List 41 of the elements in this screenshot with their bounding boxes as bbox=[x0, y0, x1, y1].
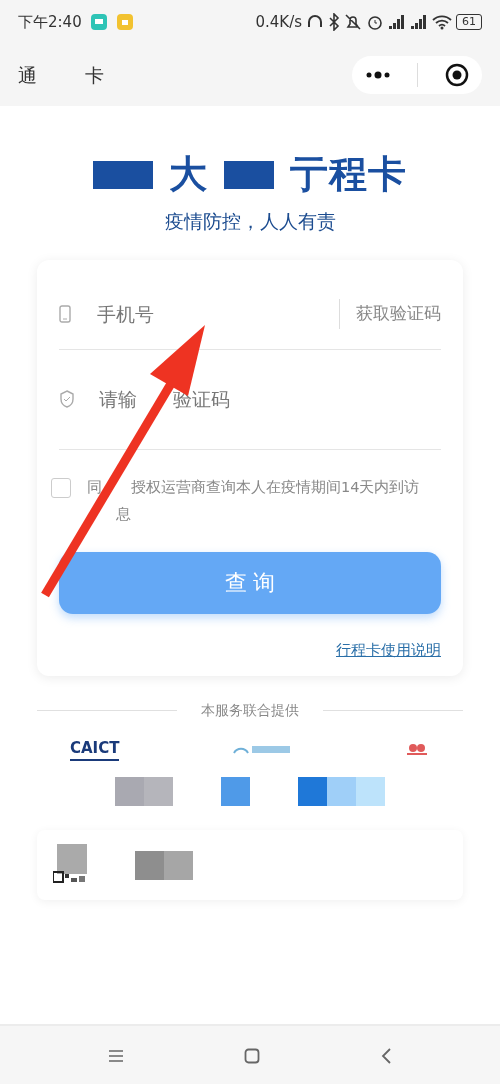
code-field[interactable]: 请输 验证码 bbox=[99, 384, 441, 414]
signal-icon bbox=[388, 14, 406, 30]
menu-icon[interactable] bbox=[108, 1049, 124, 1063]
shield-icon bbox=[59, 390, 75, 408]
battery-indicator: 61 bbox=[456, 14, 482, 30]
more-icon[interactable] bbox=[365, 71, 392, 79]
status-time: 下午2:40 bbox=[18, 11, 82, 33]
consent-text: 授权运营商查询本人在疫情期间14天内到访 bbox=[131, 477, 420, 497]
home-icon[interactable] bbox=[244, 1048, 260, 1064]
signal-icon bbox=[410, 14, 428, 30]
page-title: 卡 bbox=[85, 62, 104, 88]
get-code-link[interactable]: 获取验证码 bbox=[356, 301, 441, 327]
bluetooth-icon bbox=[328, 13, 340, 31]
providers-heading: 本服务联合提供 bbox=[201, 700, 299, 720]
phone-field[interactable]: 手机号 bbox=[95, 298, 323, 330]
consent-checkbox[interactable] bbox=[51, 477, 71, 498]
consent-text: 息 bbox=[116, 504, 131, 524]
redaction-block bbox=[93, 160, 153, 189]
help-link[interactable]: 行程卡使用说明 bbox=[336, 640, 441, 659]
mosaic-block bbox=[221, 777, 250, 806]
mosaic-block bbox=[135, 850, 193, 880]
banner-title: 大 bbox=[169, 151, 208, 198]
page-title: 通 bbox=[18, 62, 37, 88]
close-icon[interactable] bbox=[444, 63, 469, 87]
query-button[interactable]: 查 询 bbox=[59, 551, 441, 614]
alarm-icon bbox=[366, 13, 384, 31]
network-speed: 0.4K/s bbox=[255, 11, 302, 33]
provider-logo: CAICT bbox=[70, 736, 120, 761]
phone-icon bbox=[59, 305, 71, 323]
app-notification-icon bbox=[115, 13, 134, 31]
banner-title: 亍程卡 bbox=[290, 151, 407, 198]
mute-icon bbox=[344, 13, 362, 31]
consent-text: 同 bbox=[87, 477, 102, 497]
wifi-icon bbox=[432, 14, 452, 30]
back-icon[interactable] bbox=[380, 1047, 392, 1065]
provider-logo bbox=[404, 741, 430, 756]
slogan: 疫情防控，人人有责 bbox=[164, 210, 336, 232]
redaction-block bbox=[224, 160, 274, 189]
app-notification-icon bbox=[89, 13, 108, 31]
qr-code-icon bbox=[53, 844, 87, 886]
mosaic-block bbox=[115, 777, 173, 806]
